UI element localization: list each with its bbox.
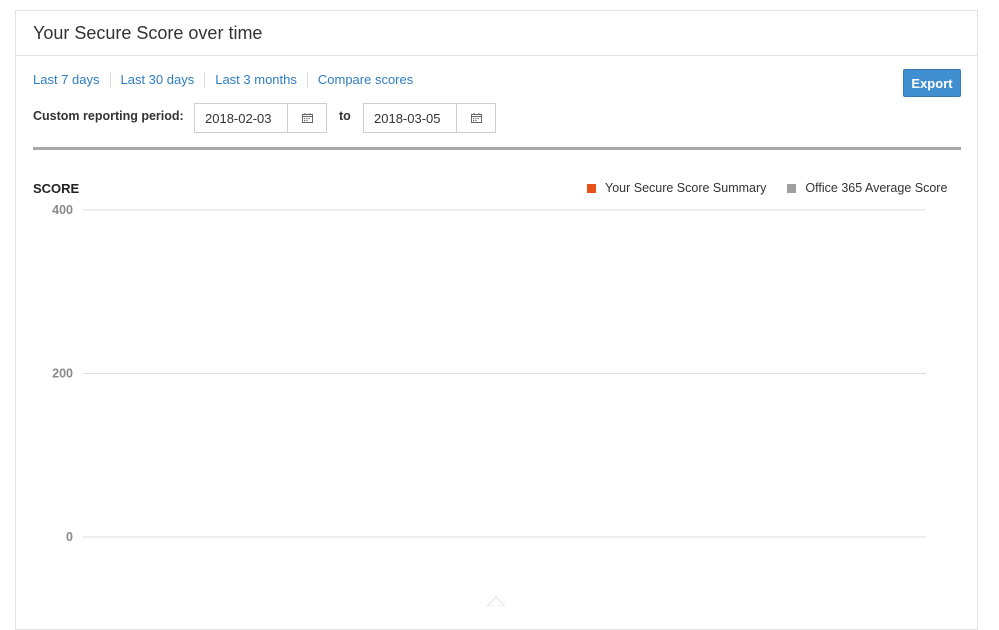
- score-chart: 400 200 0: [52, 203, 926, 606]
- y-tick-label: 200: [52, 367, 73, 381]
- y-tick-label: 400: [52, 203, 73, 217]
- y-tick-label: 0: [66, 530, 73, 544]
- chart-tooltip-pointer: [486, 596, 506, 606]
